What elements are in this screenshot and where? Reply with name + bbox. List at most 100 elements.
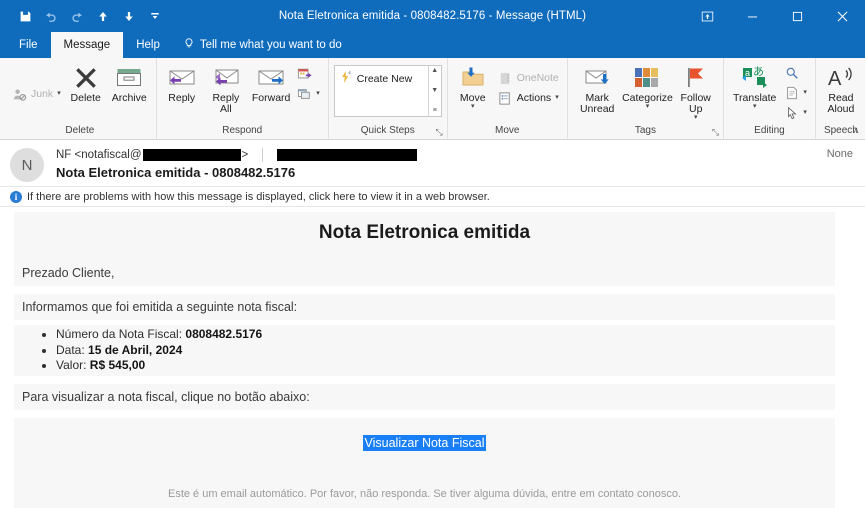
move-folder-icon: [460, 63, 486, 93]
meeting-button[interactable]: [294, 64, 323, 84]
quick-steps-scrollbar[interactable]: ▲ ▼ ≡: [427, 66, 441, 116]
categorize-button[interactable]: Categorize ▾: [622, 62, 673, 110]
list-item: Número da Nota Fiscal: 0808482.5176: [56, 327, 827, 343]
sender-address-suffix: >: [241, 148, 249, 161]
junk-button[interactable]: Junk ▾: [9, 84, 64, 104]
tab-message[interactable]: Message: [50, 32, 124, 58]
category-none-label: None: [826, 148, 853, 160]
find-magnifier-icon: [785, 65, 799, 81]
detail-value: R$ 545,00: [89, 358, 146, 372]
redo-icon[interactable]: [64, 4, 90, 28]
junk-icon: [12, 86, 27, 102]
chevron-down-icon[interactable]: ▾: [555, 94, 559, 101]
email-heading: Nota Eletronica emitida: [14, 212, 835, 256]
ribbon-group-quick-steps: Create New ▲ ▼ ≡ Quick Steps ⤡: [327, 58, 447, 139]
categorize-icon: [634, 63, 660, 93]
tell-me-search[interactable]: Tell me what you want to do: [173, 32, 352, 58]
maximize-button[interactable]: [775, 0, 820, 32]
chevron-down-icon[interactable]: ▾: [57, 90, 61, 97]
meeting-icon: [297, 66, 312, 82]
avatar[interactable]: N: [10, 148, 44, 182]
sender-address-prefix[interactable]: NF <notafiscal@: [56, 149, 142, 161]
chevron-down-icon[interactable]: ▾: [694, 114, 698, 121]
chevron-down-icon[interactable]: ▾: [753, 103, 757, 110]
actions-icon: [498, 90, 513, 106]
select-page-icon: [785, 85, 799, 101]
more-respond-button[interactable]: ▾: [294, 84, 323, 104]
next-item-icon[interactable]: [116, 4, 142, 28]
mark-unread-label: Mark Unread: [579, 92, 615, 115]
previous-item-icon[interactable]: [90, 4, 116, 28]
select-page-button[interactable]: ▾: [782, 83, 810, 103]
group-label-editing: Editing: [754, 125, 785, 136]
scroll-up-icon[interactable]: ▲: [431, 67, 438, 75]
minimize-button[interactable]: [730, 0, 775, 32]
move-button[interactable]: Move ▾: [453, 62, 493, 110]
chevron-down-icon[interactable]: ▾: [471, 103, 475, 110]
translate-button[interactable]: aあ Translate ▾: [729, 62, 780, 110]
list-item: Valor: R$ 545,00: [56, 358, 827, 374]
follow-up-button[interactable]: Follow Up ▾: [673, 62, 718, 121]
cta-button-block: Visualizar Nota Fiscal: [14, 417, 835, 486]
visualizar-nota-fiscal-link[interactable]: Visualizar Nota Fiscal: [362, 434, 487, 451]
undo-icon[interactable]: [38, 4, 64, 28]
close-button[interactable]: [820, 0, 865, 32]
mark-unread-button[interactable]: Mark Unread: [573, 62, 622, 115]
group-label-respond: Respond: [222, 125, 263, 136]
archive-label: Archive: [111, 92, 147, 104]
reply-button[interactable]: Reply: [162, 62, 202, 104]
window-controls: [685, 0, 865, 32]
recipient-redaction: [277, 148, 418, 161]
email-footer-note: Este é um email automático. Por favor, n…: [14, 485, 835, 508]
detail-value: 0808482.5176: [185, 327, 263, 341]
header-divider: [262, 147, 264, 162]
group-label-delete: Delete: [65, 125, 95, 136]
chevron-down-icon[interactable]: ▾: [803, 89, 807, 96]
ribbon-group-tags: Mark Unread Categorize ▾ Follow Up ▾ Tag…: [566, 58, 723, 139]
info-bar-text[interactable]: If there are problems with how this mess…: [27, 191, 490, 203]
find-button[interactable]: [782, 63, 810, 83]
read-aloud-button[interactable]: A Read Aloud: [821, 62, 861, 115]
onenote-button[interactable]: OneNote: [495, 68, 562, 88]
ribbon-group-respond: Reply Reply All Forward ▾ Respond: [155, 58, 328, 139]
email-cta-intro: Para visualizar a nota fiscal, clique no…: [14, 383, 835, 410]
ribbon-display-options-icon[interactable]: [685, 0, 730, 32]
collapse-ribbon-icon[interactable]: ˄: [853, 126, 859, 137]
actions-button[interactable]: Actions ▾: [495, 88, 562, 108]
translate-icon: aあ: [741, 63, 769, 93]
quick-steps-dialog-launcher[interactable]: ⤡: [436, 127, 443, 138]
tab-help[interactable]: Help: [123, 32, 173, 58]
mark-unread-icon: [583, 63, 611, 93]
info-icon: i: [10, 190, 22, 203]
chevron-down-icon[interactable]: ▾: [646, 103, 650, 110]
tags-dialog-launcher[interactable]: ⤡: [712, 127, 719, 138]
info-bar[interactable]: i If there are problems with how this me…: [0, 186, 865, 206]
save-icon[interactable]: [12, 4, 38, 28]
reply-all-button[interactable]: Reply All: [204, 62, 248, 115]
more-respond-icon: [297, 86, 312, 102]
email-greeting: Prezado Cliente,: [14, 256, 835, 286]
scroll-more-icon[interactable]: ≡: [433, 107, 437, 115]
actions-label: Actions: [516, 92, 552, 104]
reading-pane: Nota Eletronica emitida Prezado Cliente,…: [0, 206, 865, 508]
forward-label: Forward: [251, 92, 291, 104]
title-bar: Nota Eletronica emitida - 0808482.5176 -…: [0, 0, 865, 32]
quick-steps-gallery[interactable]: Create New ▲ ▼ ≡: [333, 65, 442, 117]
quick-step-new-icon: [341, 71, 352, 86]
chevron-down-icon[interactable]: ▾: [803, 109, 807, 116]
quick-access-toolbar: [0, 4, 168, 28]
forward-button[interactable]: Forward: [250, 62, 292, 104]
scroll-down-icon[interactable]: ▼: [431, 87, 438, 95]
customize-quick-access-icon[interactable]: [142, 4, 168, 28]
lightbulb-icon: [183, 37, 195, 53]
select-cursor-button[interactable]: ▾: [782, 103, 810, 123]
follow-up-label: Follow Up: [680, 92, 711, 115]
chevron-down-icon[interactable]: ▾: [316, 90, 320, 97]
tab-file[interactable]: File: [6, 32, 51, 58]
quick-step-create-new[interactable]: Create New: [339, 70, 428, 87]
svg-text:あ: あ: [753, 65, 764, 78]
delete-button[interactable]: Delete: [66, 62, 106, 104]
ribbon-tab-strip: File Message Help Tell me what you want …: [0, 32, 865, 58]
archive-button[interactable]: Archive: [108, 62, 151, 104]
reply-label: Reply: [168, 92, 196, 104]
